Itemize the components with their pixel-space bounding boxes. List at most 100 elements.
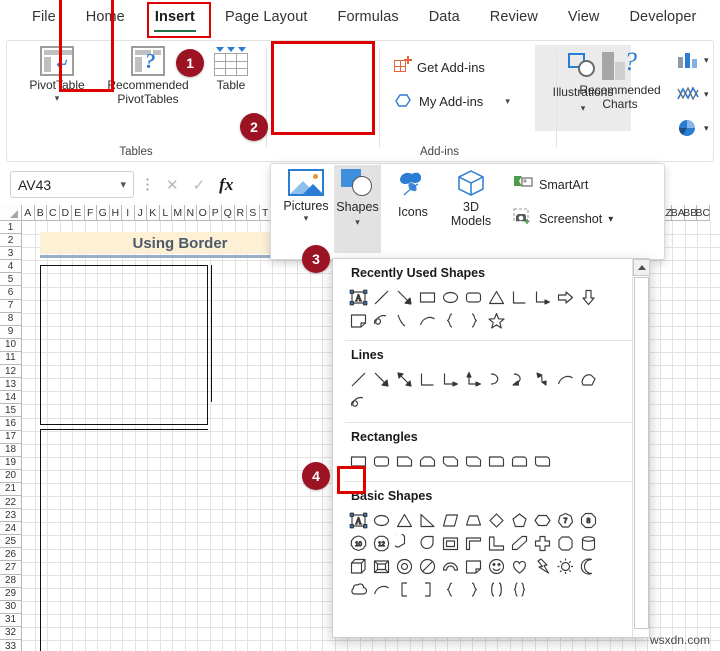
shape-left-brace[interactable] (439, 578, 462, 601)
row-header-12[interactable]: 12 (0, 365, 22, 379)
shape-double-brace[interactable] (508, 578, 531, 601)
chevron-down-icon[interactable]: ▾ (608, 214, 613, 225)
ribbon-tab-view[interactable]: View (558, 6, 610, 28)
row-header-21[interactable]: 21 (0, 482, 22, 496)
scrollbar-thumb[interactable] (634, 277, 649, 629)
shape-cylinder[interactable] (577, 532, 600, 555)
shape-folded-corner[interactable] (462, 555, 485, 578)
shape-left-bracket[interactable] (393, 578, 416, 601)
column-header-E[interactable]: E (72, 205, 85, 221)
row-header-30[interactable]: 30 (0, 600, 22, 614)
row-header-3[interactable]: 3 (0, 247, 22, 261)
column-header-Q[interactable]: Q (222, 205, 235, 221)
shape-scribble[interactable] (347, 391, 370, 414)
shape-teardrop[interactable] (416, 532, 439, 555)
shape-line[interactable] (347, 368, 370, 391)
smartart-button[interactable]: SmartArt (513, 174, 588, 195)
row-header-24[interactable]: 24 (0, 522, 22, 536)
ribbon-tab-developer[interactable]: Developer (619, 6, 706, 28)
row-header-7[interactable]: 7 (0, 299, 22, 313)
shape-down-arrow[interactable] (577, 286, 600, 309)
shape-left-brace[interactable] (439, 309, 462, 332)
screenshot-button[interactable]: Screenshot ▾ (513, 208, 613, 230)
shape-no-symbol[interactable] (416, 555, 439, 578)
shape-moon[interactable] (577, 555, 600, 578)
row-header-9[interactable]: 9 (0, 325, 22, 339)
shape-elbow-arrow-connector[interactable] (439, 368, 462, 391)
shape-text-box[interactable]: A (347, 286, 370, 309)
shapes-button[interactable]: Shapes ▾ (334, 165, 381, 253)
get-addins-button[interactable]: Get Add-ins (394, 56, 485, 75)
shape-parallelogram[interactable] (439, 509, 462, 532)
column-header-R[interactable]: R (234, 205, 247, 221)
row-header-14[interactable]: 14 (0, 391, 22, 405)
chevron-down-icon[interactable]: ▾ (304, 214, 309, 223)
shape-arc[interactable] (370, 578, 393, 601)
chevron-down-icon[interactable]: ▾ (505, 96, 510, 106)
row-header-32[interactable]: 32 (0, 626, 22, 640)
shape-curve-arc[interactable] (393, 309, 416, 332)
shape-line-double-arrow[interactable] (393, 368, 416, 391)
column-header-C[interactable]: C (47, 205, 60, 221)
shape-oval[interactable] (439, 286, 462, 309)
shape-freeform-shape[interactable] (577, 368, 600, 391)
row-header-6[interactable]: 6 (0, 286, 22, 300)
scroll-up-icon[interactable] (633, 259, 649, 276)
shape-scribble[interactable] (370, 309, 393, 332)
column-header-L[interactable]: L (159, 205, 172, 221)
shape-arc[interactable] (416, 309, 439, 332)
row-header-11[interactable]: 11 (0, 351, 22, 366)
pivot-table-button[interactable]: ↵ PivotTable ▾ (19, 46, 95, 103)
row-header-2[interactable]: 2 (0, 234, 22, 248)
shape-elbow-connector[interactable] (416, 368, 439, 391)
row-header-10[interactable]: 10 (0, 338, 22, 352)
shape-right-bracket[interactable] (416, 578, 439, 601)
recommended-charts-button[interactable]: ? Recommended Charts (571, 48, 669, 111)
chevron-down-icon[interactable]: ▾ (355, 218, 360, 227)
column-header-J[interactable]: J (134, 205, 147, 221)
row-header-4[interactable]: 4 (0, 260, 22, 274)
row-header-5[interactable]: 5 (0, 273, 22, 287)
shape-curved-arrow-connector[interactable] (508, 368, 531, 391)
shape-diamond[interactable] (485, 509, 508, 532)
shape-block-arc[interactable] (439, 555, 462, 578)
shape-double-bracket[interactable] (485, 578, 508, 601)
enter-formula-icon[interactable]: ✓ (193, 176, 206, 194)
shape-elbow-arrow-connector[interactable] (531, 286, 554, 309)
pictures-button[interactable]: Pictures ▾ (279, 169, 333, 223)
ribbon-tab-insert[interactable]: Insert (145, 6, 205, 32)
shape-dodecagon[interactable]: 12 (370, 532, 393, 555)
shape-snip-and-round-single-corner-rectangle[interactable] (462, 450, 485, 473)
select-all-corner[interactable] (0, 205, 22, 221)
icons-button[interactable]: Icons (389, 169, 437, 219)
row-header-13[interactable]: 13 (0, 378, 22, 392)
shape-isosceles-triangle[interactable] (393, 509, 416, 532)
ribbon-tab-home[interactable]: Home (76, 6, 135, 28)
shape-rounded-rectangle[interactable] (462, 286, 485, 309)
shapes-gallery-panel[interactable]: Recently Used Shapes A Lines Rectangles Basi… (332, 258, 650, 638)
row-header-17[interactable]: 17 (0, 430, 22, 444)
ribbon-tab-review[interactable]: Review (480, 6, 548, 28)
row-header-1[interactable]: 1 (0, 221, 22, 235)
shape-round-diagonal-corner-rectangle[interactable] (531, 450, 554, 473)
shape-octagon[interactable]: 8 (577, 509, 600, 532)
shape-trapezoid[interactable] (462, 509, 485, 532)
column-header-K[interactable]: K (147, 205, 160, 221)
chevron-down-icon[interactable]: ▾ (704, 89, 709, 100)
shape-pentagon[interactable] (508, 509, 531, 532)
shape-elbow-connector[interactable] (508, 286, 531, 309)
shape-text-box[interactable]: A (347, 509, 370, 532)
row-header-33[interactable]: 33 (0, 640, 22, 651)
shape-line[interactable] (370, 286, 393, 309)
shape-line-arrow[interactable] (370, 368, 393, 391)
shape-pie[interactable] (393, 532, 416, 555)
row-header-20[interactable]: 20 (0, 469, 22, 483)
shape-snip-diagonal-corner-rectangle[interactable] (439, 450, 462, 473)
shape-star-5-point[interactable] (485, 309, 508, 332)
cancel-formula-icon[interactable]: ✕ (166, 176, 179, 194)
shape-elbow-double-arrow-connector[interactable] (462, 368, 485, 391)
table-button[interactable]: Table (203, 46, 259, 93)
column-header-BC[interactable]: BC (695, 205, 710, 221)
shape-lightning-bolt[interactable] (531, 555, 554, 578)
row-header-29[interactable]: 29 (0, 587, 22, 601)
